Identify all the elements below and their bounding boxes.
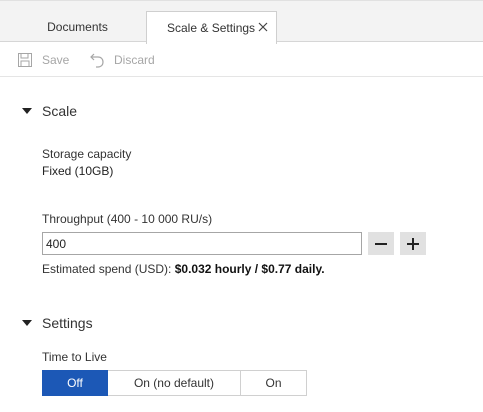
settings-heading: Settings: [42, 315, 93, 331]
storage-capacity-value: Fixed (10GB): [42, 164, 114, 178]
settings-section-toggle[interactable]: Settings: [22, 315, 93, 331]
estimated-spend-value: $0.032 hourly / $0.77 daily.: [174, 262, 325, 276]
ttl-option-on-no-default-label: On (no default): [133, 376, 215, 390]
save-button[interactable]: Save: [17, 51, 69, 69]
tab-scale-settings[interactable]: Scale & Settings: [146, 11, 277, 44]
save-label: Save: [42, 53, 70, 67]
discard-label: Discard: [114, 53, 155, 67]
ttl-option-on[interactable]: On: [241, 370, 307, 396]
save-icon: [18, 53, 32, 67]
tab-documents[interactable]: Documents: [10, 11, 145, 43]
caret-down-icon: [22, 320, 32, 326]
throughput-label: Throughput (400 - 10 000 RU/s): [42, 212, 213, 226]
ttl-option-on-label: On: [265, 376, 282, 390]
ttl-option-off-label: Off: [67, 376, 83, 390]
scale-heading: Scale: [42, 103, 78, 119]
estimated-spend-label: Estimated spend (USD):: [42, 262, 175, 276]
ttl-option-on-no-default[interactable]: On (no default): [108, 370, 241, 396]
ttl-option-off[interactable]: Off: [42, 370, 108, 396]
plus-icon: [407, 237, 419, 250]
tab-documents-label: Documents: [47, 20, 108, 34]
decrease-throughput-button[interactable]: [368, 232, 394, 255]
scale-section-toggle[interactable]: Scale: [22, 103, 77, 119]
tab-scale-settings-label: Scale & Settings: [167, 21, 256, 35]
discard-button[interactable]: Discard: [89, 51, 155, 69]
minus-icon: [375, 242, 387, 245]
throughput-input[interactable]: [42, 232, 362, 255]
time-to-live-label: Time to Live: [42, 350, 107, 364]
tab-bar: Documents Scale & Settings: [0, 0, 483, 44]
undo-icon: [90, 53, 104, 68]
storage-capacity-label: Storage capacity: [42, 147, 132, 161]
caret-down-icon: [22, 108, 32, 114]
estimated-spend: Estimated spend (USD): $0.032 hourly / $…: [42, 262, 325, 276]
toolbar: Save Discard: [0, 43, 483, 77]
close-icon[interactable]: [257, 21, 269, 33]
increase-throughput-button[interactable]: [400, 232, 426, 255]
